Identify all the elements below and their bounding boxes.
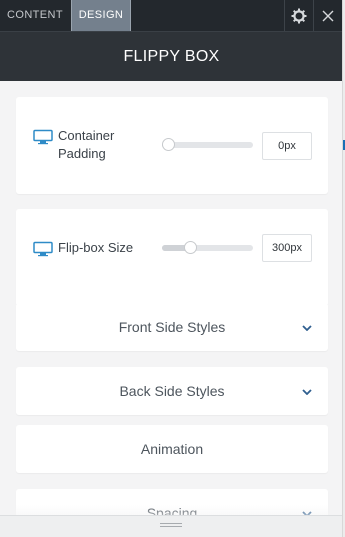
front-side-styles-toggle[interactable]: Front Side Styles [16, 303, 328, 351]
container-padding-label-line2: Padding [58, 146, 106, 161]
monitor-icon[interactable] [33, 129, 53, 145]
grip-line [160, 523, 182, 524]
module-title-bar: FLIPPY BOX [0, 31, 342, 81]
flip-box-size-slider-handle[interactable] [183, 241, 197, 254]
flip-box-size-slider[interactable] [162, 241, 253, 254]
front-side-styles-title: Front Side Styles [118, 319, 226, 335]
chevron-down-icon [302, 389, 312, 395]
container-padding-label-line1: Container [58, 128, 115, 143]
settings-button[interactable] [284, 0, 313, 31]
container-padding-setting: Container Padding 0px [16, 97, 328, 194]
close-icon [322, 10, 334, 21]
gear-icon [291, 8, 307, 23]
flip-box-size-input[interactable]: 300px [262, 234, 312, 262]
container-padding-slider[interactable] [162, 138, 253, 151]
tab-content[interactable]: CONTENT [0, 0, 70, 31]
back-side-styles-title: Back Side Styles [119, 383, 225, 399]
container-padding-slider-handle[interactable] [162, 138, 175, 151]
flip-box-size-setting: Flip-box Size 300px [16, 209, 328, 306]
panel-resize-handle[interactable] [0, 515, 342, 537]
back-side-styles-toggle[interactable]: Back Side Styles [16, 367, 328, 415]
animation-toggle[interactable]: Animation [16, 425, 328, 473]
grip-line [160, 526, 182, 527]
container-padding-input[interactable]: 0px [262, 132, 312, 160]
animation-title: Animation [140, 441, 204, 457]
flip-box-size-label-text: Flip-box Size [58, 240, 134, 255]
container-padding-label: Container Padding [33, 127, 114, 163]
chevron-down-icon [302, 325, 312, 331]
close-button[interactable] [313, 0, 342, 31]
tab-design[interactable]: DESIGN [71, 0, 131, 31]
tab-bar: CONTENT DESIGN [0, 0, 342, 31]
module-settings-panel: CONTENT DESIGN FLIPPY BOX Container Padd… [0, 0, 343, 537]
module-title: FLIPPY BOX [123, 47, 220, 65]
monitor-icon[interactable] [33, 241, 53, 257]
flip-box-size-label: Flip-box Size [33, 239, 133, 257]
